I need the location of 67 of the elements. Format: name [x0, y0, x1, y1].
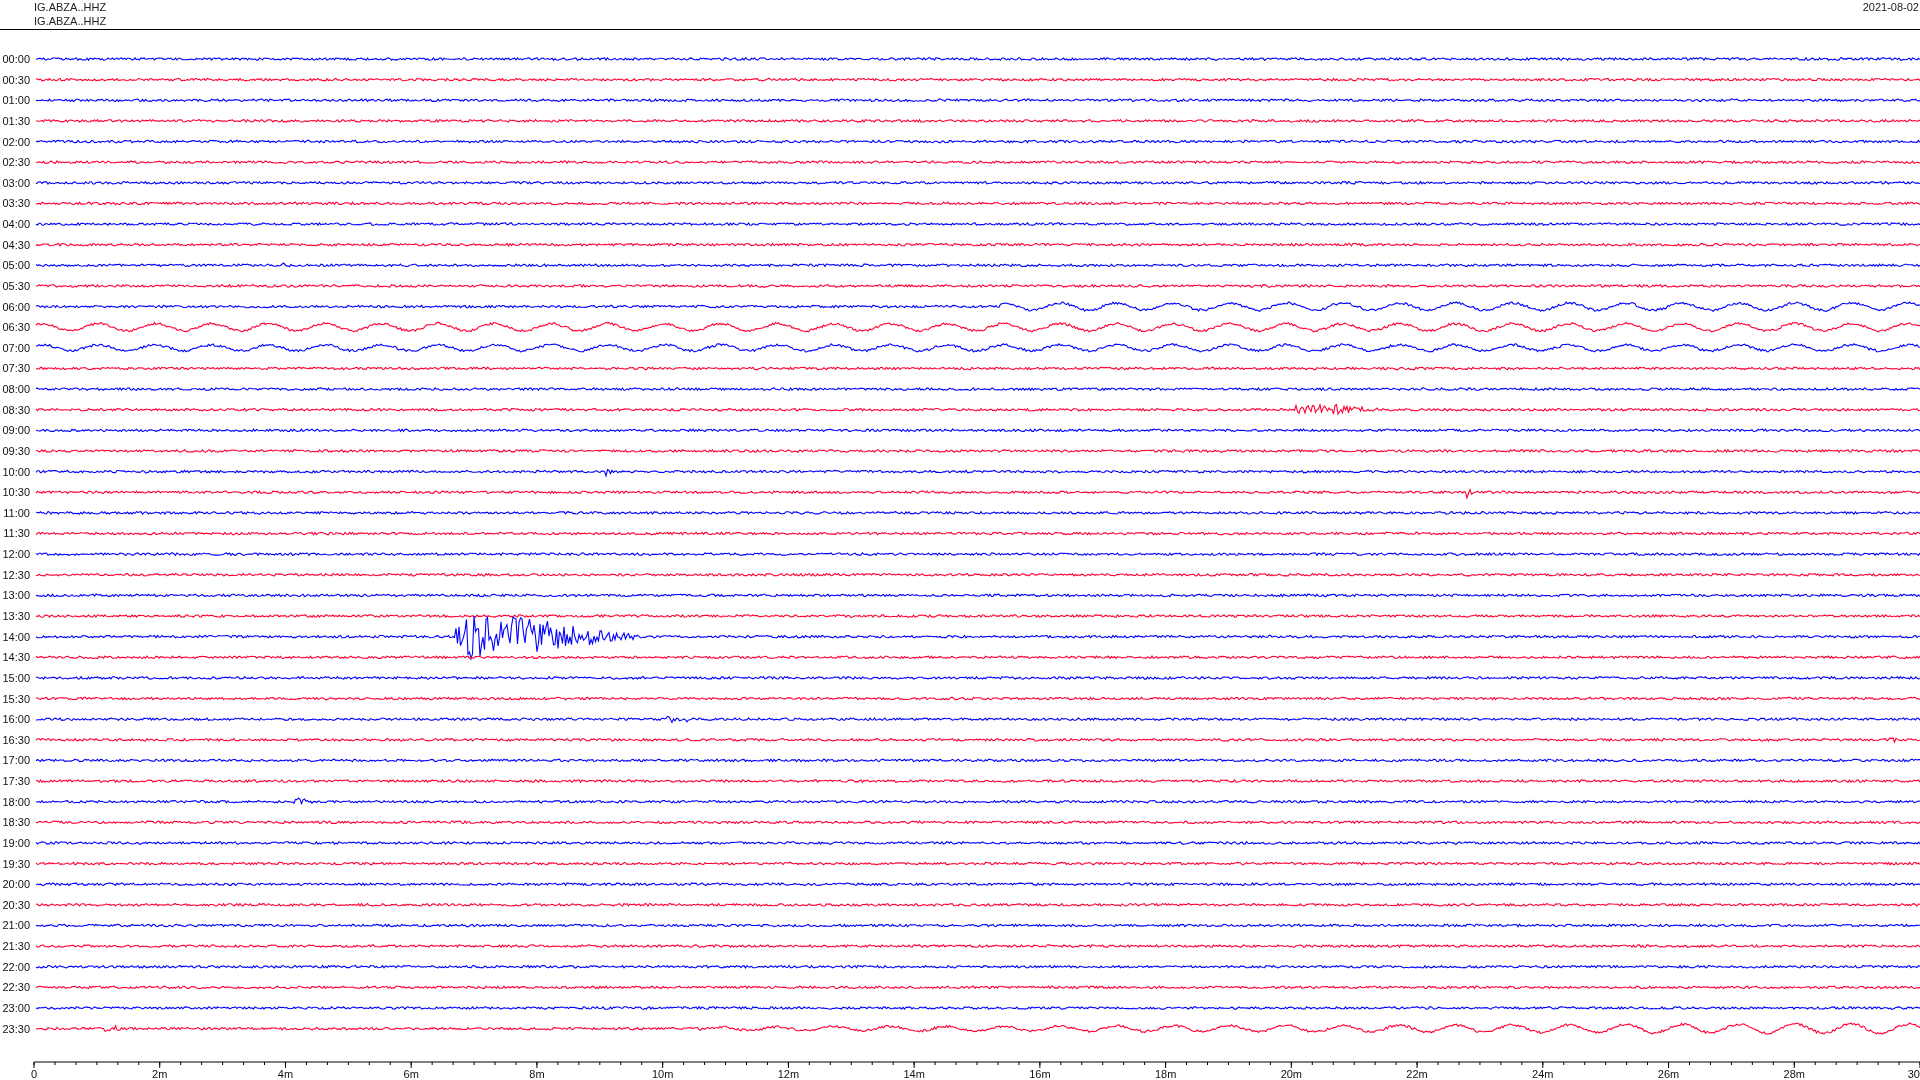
axis-tick-label: 6m [403, 1068, 419, 1080]
time-label: 18:00 [2, 795, 30, 808]
axis-tick-label: 4m [277, 1068, 294, 1080]
time-label: 12:30 [2, 568, 30, 581]
time-label: 21:00 [2, 919, 30, 932]
time-label: 00:00 [2, 53, 30, 65]
axis-tick-label: 12m [777, 1068, 800, 1080]
time-label: 16:00 [2, 713, 30, 726]
axis-tick-label: 24m [1532, 1068, 1554, 1080]
axis-tick-label: 28m [1783, 1068, 1805, 1080]
time-label: 07:00 [2, 341, 30, 354]
axis-tick-label: 10m [651, 1068, 674, 1080]
date-label: 2021-08-02 [1862, 0, 1920, 14]
time-label: 04:30 [2, 238, 30, 251]
station-code: IG.ABZA..HHZ [34, 14, 107, 28]
time-label: 23:30 [2, 1022, 30, 1035]
axis-tick-label: 30 [1907, 1068, 1920, 1080]
time-label: 18:30 [2, 816, 30, 829]
time-label: 11:00 [3, 506, 30, 519]
time-label: 02:30 [2, 156, 30, 169]
time-label: 05:30 [2, 279, 30, 292]
time-label: 12:00 [2, 548, 30, 561]
time-label: 16:30 [2, 733, 30, 746]
time-label: 15:00 [2, 671, 30, 684]
axis-tick-label: 18m [1154, 1068, 1177, 1080]
station-code: IG.ABZA..HHZ [34, 0, 107, 14]
time-label: 20:00 [2, 878, 30, 891]
time-label: 14:30 [2, 651, 30, 664]
time-label: 13:00 [2, 589, 30, 602]
axis-tick-label: 14m [903, 1068, 925, 1080]
time-label: 11:30 [3, 527, 30, 540]
time-label: 14:00 [2, 630, 30, 643]
axis-tick-label: 26m [1657, 1068, 1680, 1080]
time-label: 05:00 [2, 259, 30, 272]
time-label: 13:30 [2, 610, 30, 622]
axis-tick-label: 22m [1406, 1068, 1428, 1080]
time-label: 02:00 [2, 135, 30, 148]
axis-tick-label: 20m [1280, 1068, 1303, 1080]
time-label: 09:30 [2, 444, 30, 457]
time-label: 10:30 [2, 486, 30, 499]
time-label: 22:30 [2, 981, 30, 994]
axis-tick-label: 8m [529, 1068, 545, 1080]
time-label: 21:30 [2, 940, 30, 953]
time-label: 19:30 [2, 857, 30, 870]
time-label: 06:30 [2, 321, 30, 334]
time-label: 22:00 [2, 960, 30, 973]
axis-tick-label: 0 [30, 1068, 38, 1080]
time-label: 09:00 [2, 424, 30, 437]
axis-tick-label: 2m [152, 1068, 168, 1080]
time-label: 01:30 [2, 114, 30, 127]
time-label: 07:30 [2, 362, 30, 375]
time-label: 20:30 [2, 898, 30, 911]
time-label: 01:00 [2, 94, 30, 107]
time-label: 17:30 [2, 775, 30, 788]
time-label: 23:00 [2, 1002, 30, 1014]
time-label: 10:00 [2, 465, 30, 478]
time-label: 08:30 [2, 403, 30, 416]
time-label: 17:00 [2, 754, 30, 767]
time-label: 04:00 [2, 218, 30, 231]
time-label: 19:00 [2, 836, 30, 849]
axis-tick-label: 16m [1029, 1068, 1051, 1080]
time-label: 06:00 [2, 300, 30, 313]
time-label: 03:00 [2, 176, 30, 189]
time-label: 08:00 [2, 383, 30, 396]
time-label: 15:30 [2, 692, 30, 705]
time-label: 03:30 [2, 197, 30, 210]
time-label: 00:30 [2, 73, 30, 86]
